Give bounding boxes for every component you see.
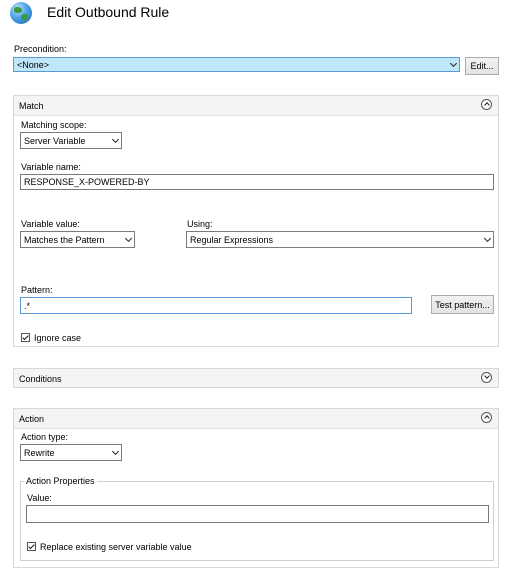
pattern-field[interactable]: .* [20, 297, 412, 314]
action-type-label: Action type: [21, 432, 69, 442]
chevron-down-icon [109, 133, 121, 148]
page-title: Edit Outbound Rule [47, 4, 170, 20]
replace-existing-checkbox[interactable] [27, 542, 36, 551]
conditions-panel-header[interactable]: Conditions [14, 369, 498, 387]
variable-name-field[interactable]: RESPONSE_X-POWERED-BY [20, 174, 494, 190]
action-header-label: Action [19, 414, 45, 424]
variable-value-label: Variable value: [21, 219, 80, 229]
precondition-label: Precondition: [14, 44, 67, 54]
ignore-case-checkbox[interactable] [21, 333, 30, 342]
globe-icon [10, 2, 32, 24]
precondition-dropdown[interactable]: <None> [13, 57, 460, 72]
variable-value-value: Matches the Pattern [24, 234, 105, 245]
precondition-value: <None> [17, 59, 50, 70]
chevron-down-icon [122, 232, 134, 247]
conditions-panel: Conditions [13, 368, 499, 388]
test-pattern-button[interactable]: Test pattern... [431, 295, 494, 314]
action-properties-legend: Action Properties [24, 476, 97, 486]
variable-value-dropdown[interactable]: Matches the Pattern [20, 231, 135, 248]
matching-scope-value: Server Variable [24, 135, 86, 146]
chevron-down-icon [447, 58, 459, 71]
replace-existing-label: Replace existing server variable value [40, 542, 192, 552]
using-value: Regular Expressions [190, 234, 274, 245]
pattern-label: Pattern: [21, 285, 53, 295]
edit-precondition-button[interactable]: Edit... [465, 57, 499, 75]
expand-icon[interactable] [481, 372, 492, 383]
matching-scope-label: Matching scope: [21, 120, 87, 130]
conditions-header-label: Conditions [19, 374, 62, 384]
collapse-icon[interactable] [481, 412, 492, 423]
matching-scope-dropdown[interactable]: Server Variable [20, 132, 122, 149]
value-label: Value: [27, 493, 52, 503]
using-label: Using: [187, 219, 213, 229]
chevron-down-icon [109, 445, 121, 460]
ignore-case-label: Ignore case [34, 333, 82, 343]
action-type-value: Rewrite [24, 447, 55, 458]
match-header-label: Match [19, 101, 44, 111]
collapse-icon[interactable] [481, 99, 492, 110]
chevron-down-icon [481, 232, 493, 247]
using-dropdown[interactable]: Regular Expressions [186, 231, 494, 248]
value-field[interactable] [26, 505, 489, 523]
variable-name-label: Variable name: [21, 162, 81, 172]
action-type-dropdown[interactable]: Rewrite [20, 444, 122, 461]
match-panel-header[interactable]: Match [14, 96, 498, 116]
action-panel-header[interactable]: Action [14, 409, 498, 429]
